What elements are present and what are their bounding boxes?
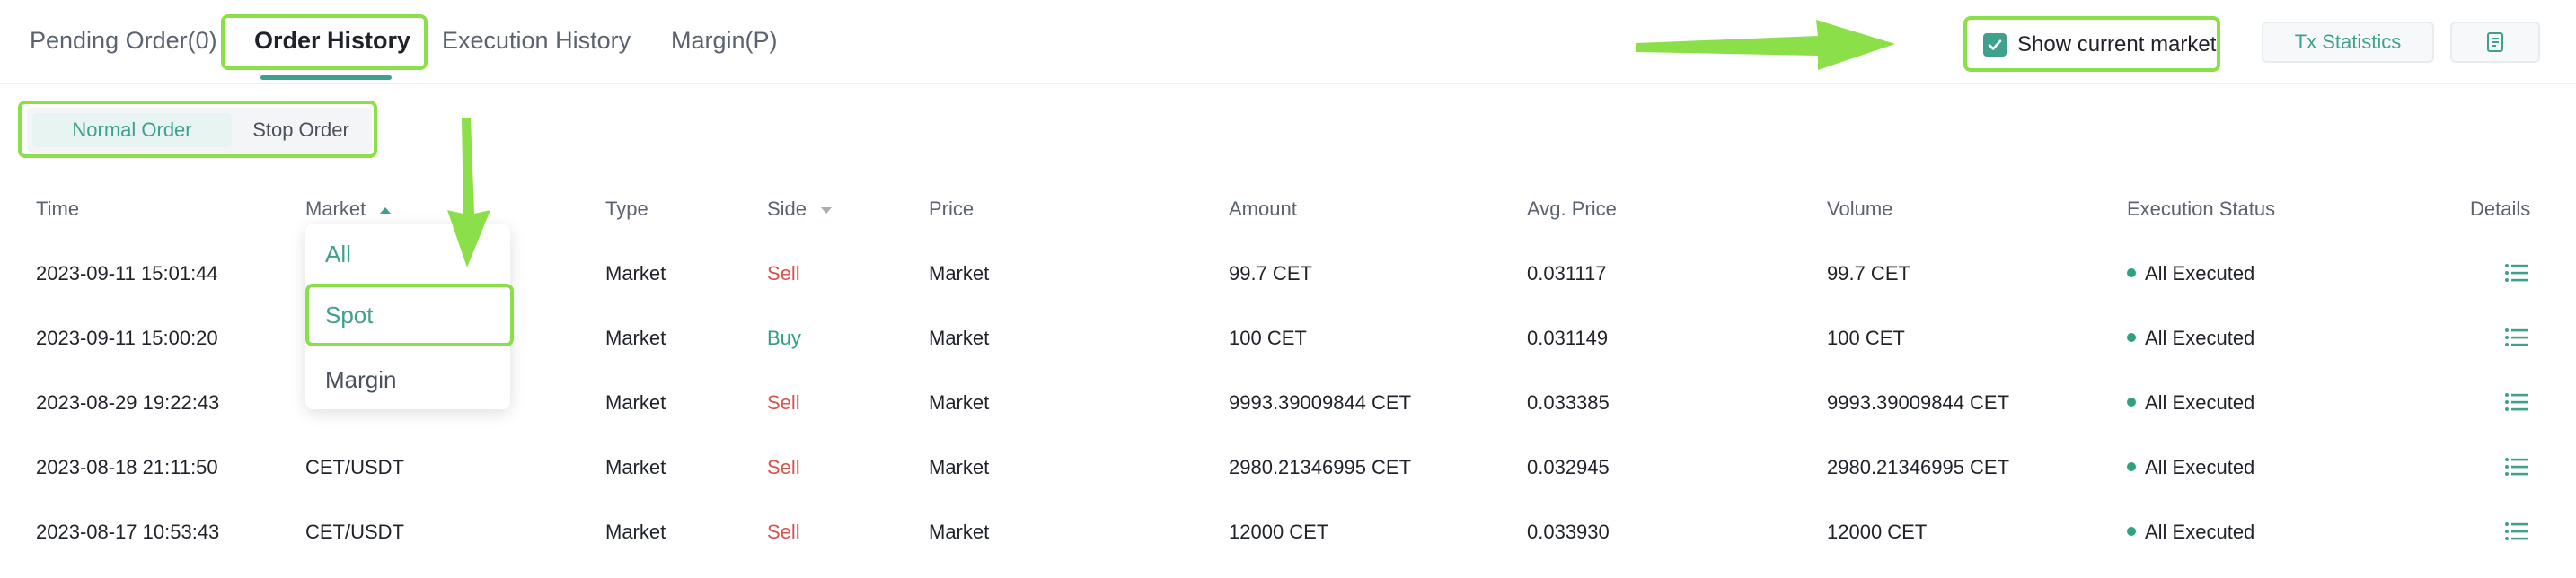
status-dot-icon bbox=[2127, 462, 2136, 472]
row-status-label: All Executed bbox=[2145, 262, 2255, 285]
row-status: All Executed bbox=[2127, 456, 2254, 479]
export-button[interactable] bbox=[2450, 22, 2540, 63]
row-status: All Executed bbox=[2127, 391, 2254, 415]
row-status-label: All Executed bbox=[2145, 521, 2255, 543]
row-time: 2023-09-11 15:00:20 bbox=[36, 327, 218, 349]
column-avg-price: Avg. Price bbox=[1527, 197, 1617, 220]
row-price: Market bbox=[929, 456, 990, 478]
tx-statistics-label: Tx Statistics bbox=[2294, 31, 2402, 53]
document-icon bbox=[2487, 32, 2503, 52]
row-side: Sell bbox=[767, 521, 800, 543]
row-avg-price: 0.031149 bbox=[1527, 327, 1609, 349]
column-market[interactable]: Market bbox=[305, 197, 393, 221]
row-status-label: All Executed bbox=[2145, 327, 2255, 349]
row-volume: 9993.39009844 CET bbox=[1827, 391, 2010, 414]
row-status: All Executed bbox=[2127, 521, 2254, 544]
tab-order-history[interactable]: Order History bbox=[254, 27, 410, 55]
row-avg-price: 0.031117 bbox=[1527, 262, 1607, 285]
column-details: Details bbox=[2470, 197, 2531, 220]
column-type: Type bbox=[605, 197, 648, 220]
row-status: All Executed bbox=[2127, 327, 2254, 350]
details-list-icon[interactable] bbox=[2504, 262, 2529, 284]
row-avg-price: 0.033385 bbox=[1527, 391, 1610, 414]
row-type: Market bbox=[605, 521, 666, 543]
column-time: Time bbox=[36, 197, 80, 220]
stop-order-button[interactable]: Stop Order bbox=[235, 113, 366, 147]
row-price: Market bbox=[929, 391, 990, 414]
status-dot-icon bbox=[2127, 268, 2136, 278]
row-price: Market bbox=[929, 327, 990, 349]
show-current-market-toggle[interactable]: Show current market bbox=[1983, 31, 2216, 59]
filter-down-icon[interactable] bbox=[819, 205, 834, 215]
tab-execution-history[interactable]: Execution History bbox=[442, 27, 631, 55]
tab-pending-order[interactable]: Pending Order(0) bbox=[30, 27, 217, 55]
dropdown-option-margin[interactable]: Margin bbox=[325, 366, 396, 394]
show-current-market-label: Show current market bbox=[2017, 32, 2217, 57]
column-execution-status: Execution Status bbox=[2127, 197, 2276, 220]
details-list-icon[interactable] bbox=[2504, 521, 2529, 542]
row-type: Market bbox=[605, 391, 666, 414]
details-list-icon[interactable] bbox=[2504, 327, 2529, 348]
column-price: Price bbox=[929, 197, 975, 220]
row-price: Market bbox=[929, 262, 990, 285]
row-volume: 2980.21346995 CET bbox=[1827, 456, 2010, 478]
annotation-arrow-down-icon bbox=[447, 118, 490, 267]
row-status-label: All Executed bbox=[2145, 456, 2255, 478]
row-time: 2023-09-11 15:01:44 bbox=[36, 262, 218, 285]
checkbox-checked-icon[interactable] bbox=[1983, 33, 2007, 57]
dropdown-option-all[interactable]: All bbox=[325, 241, 351, 268]
column-volume: Volume bbox=[1827, 197, 1893, 220]
row-amount: 100 CET bbox=[1229, 327, 1307, 349]
column-side[interactable]: Side bbox=[767, 197, 834, 221]
row-amount: 9993.39009844 CET bbox=[1229, 391, 1412, 414]
row-time: 2023-08-29 19:22:43 bbox=[36, 391, 220, 414]
status-dot-icon bbox=[2127, 333, 2136, 343]
column-market-label: Market bbox=[305, 197, 366, 220]
row-side: Sell bbox=[767, 262, 800, 285]
row-volume: 12000 CET bbox=[1827, 521, 1928, 543]
row-avg-price: 0.033930 bbox=[1527, 521, 1610, 543]
column-amount: Amount bbox=[1229, 197, 1297, 220]
order-type-switch: Normal Order Stop Order bbox=[27, 108, 372, 153]
dropdown-option-spot[interactable]: Spot bbox=[325, 302, 374, 329]
row-type: Market bbox=[605, 456, 666, 478]
row-type: Market bbox=[605, 327, 666, 349]
status-dot-icon bbox=[2127, 398, 2136, 407]
tab-margin[interactable]: Margin(P) bbox=[671, 27, 778, 55]
row-amount: 12000 CET bbox=[1229, 521, 1329, 543]
row-type: Market bbox=[605, 262, 666, 285]
status-dot-icon bbox=[2127, 527, 2136, 537]
row-status-label: All Executed bbox=[2145, 391, 2255, 414]
row-side: Sell bbox=[767, 456, 800, 478]
column-side-label: Side bbox=[767, 197, 807, 220]
row-market: CET/USDT bbox=[305, 521, 404, 543]
row-volume: 99.7 CET bbox=[1827, 262, 1910, 285]
row-avg-price: 0.032945 bbox=[1527, 456, 1610, 478]
row-price: Market bbox=[929, 521, 990, 543]
row-volume: 100 CET bbox=[1827, 327, 1905, 349]
details-list-icon[interactable] bbox=[2504, 456, 2529, 477]
top-tab-bar: Pending Order(0) Order History Execution… bbox=[0, 0, 2576, 84]
row-amount: 99.7 CET bbox=[1229, 262, 1312, 285]
row-time: 2023-08-17 10:53:43 bbox=[36, 521, 220, 543]
active-tab-indicator bbox=[260, 75, 392, 80]
row-side: Sell bbox=[767, 391, 800, 414]
sort-up-icon[interactable] bbox=[378, 205, 393, 215]
annotation-arrow-right-icon bbox=[1636, 20, 1895, 70]
tx-statistics-button[interactable]: Tx Statistics bbox=[2262, 22, 2434, 63]
row-amount: 2980.21346995 CET bbox=[1229, 456, 1412, 478]
normal-order-button[interactable]: Normal Order bbox=[32, 113, 232, 147]
row-status: All Executed bbox=[2127, 262, 2254, 285]
row-side: Buy bbox=[767, 327, 801, 349]
row-time: 2023-08-18 21:11:50 bbox=[36, 456, 218, 478]
row-market: CET/USDT bbox=[305, 456, 404, 478]
details-list-icon[interactable] bbox=[2504, 391, 2529, 413]
